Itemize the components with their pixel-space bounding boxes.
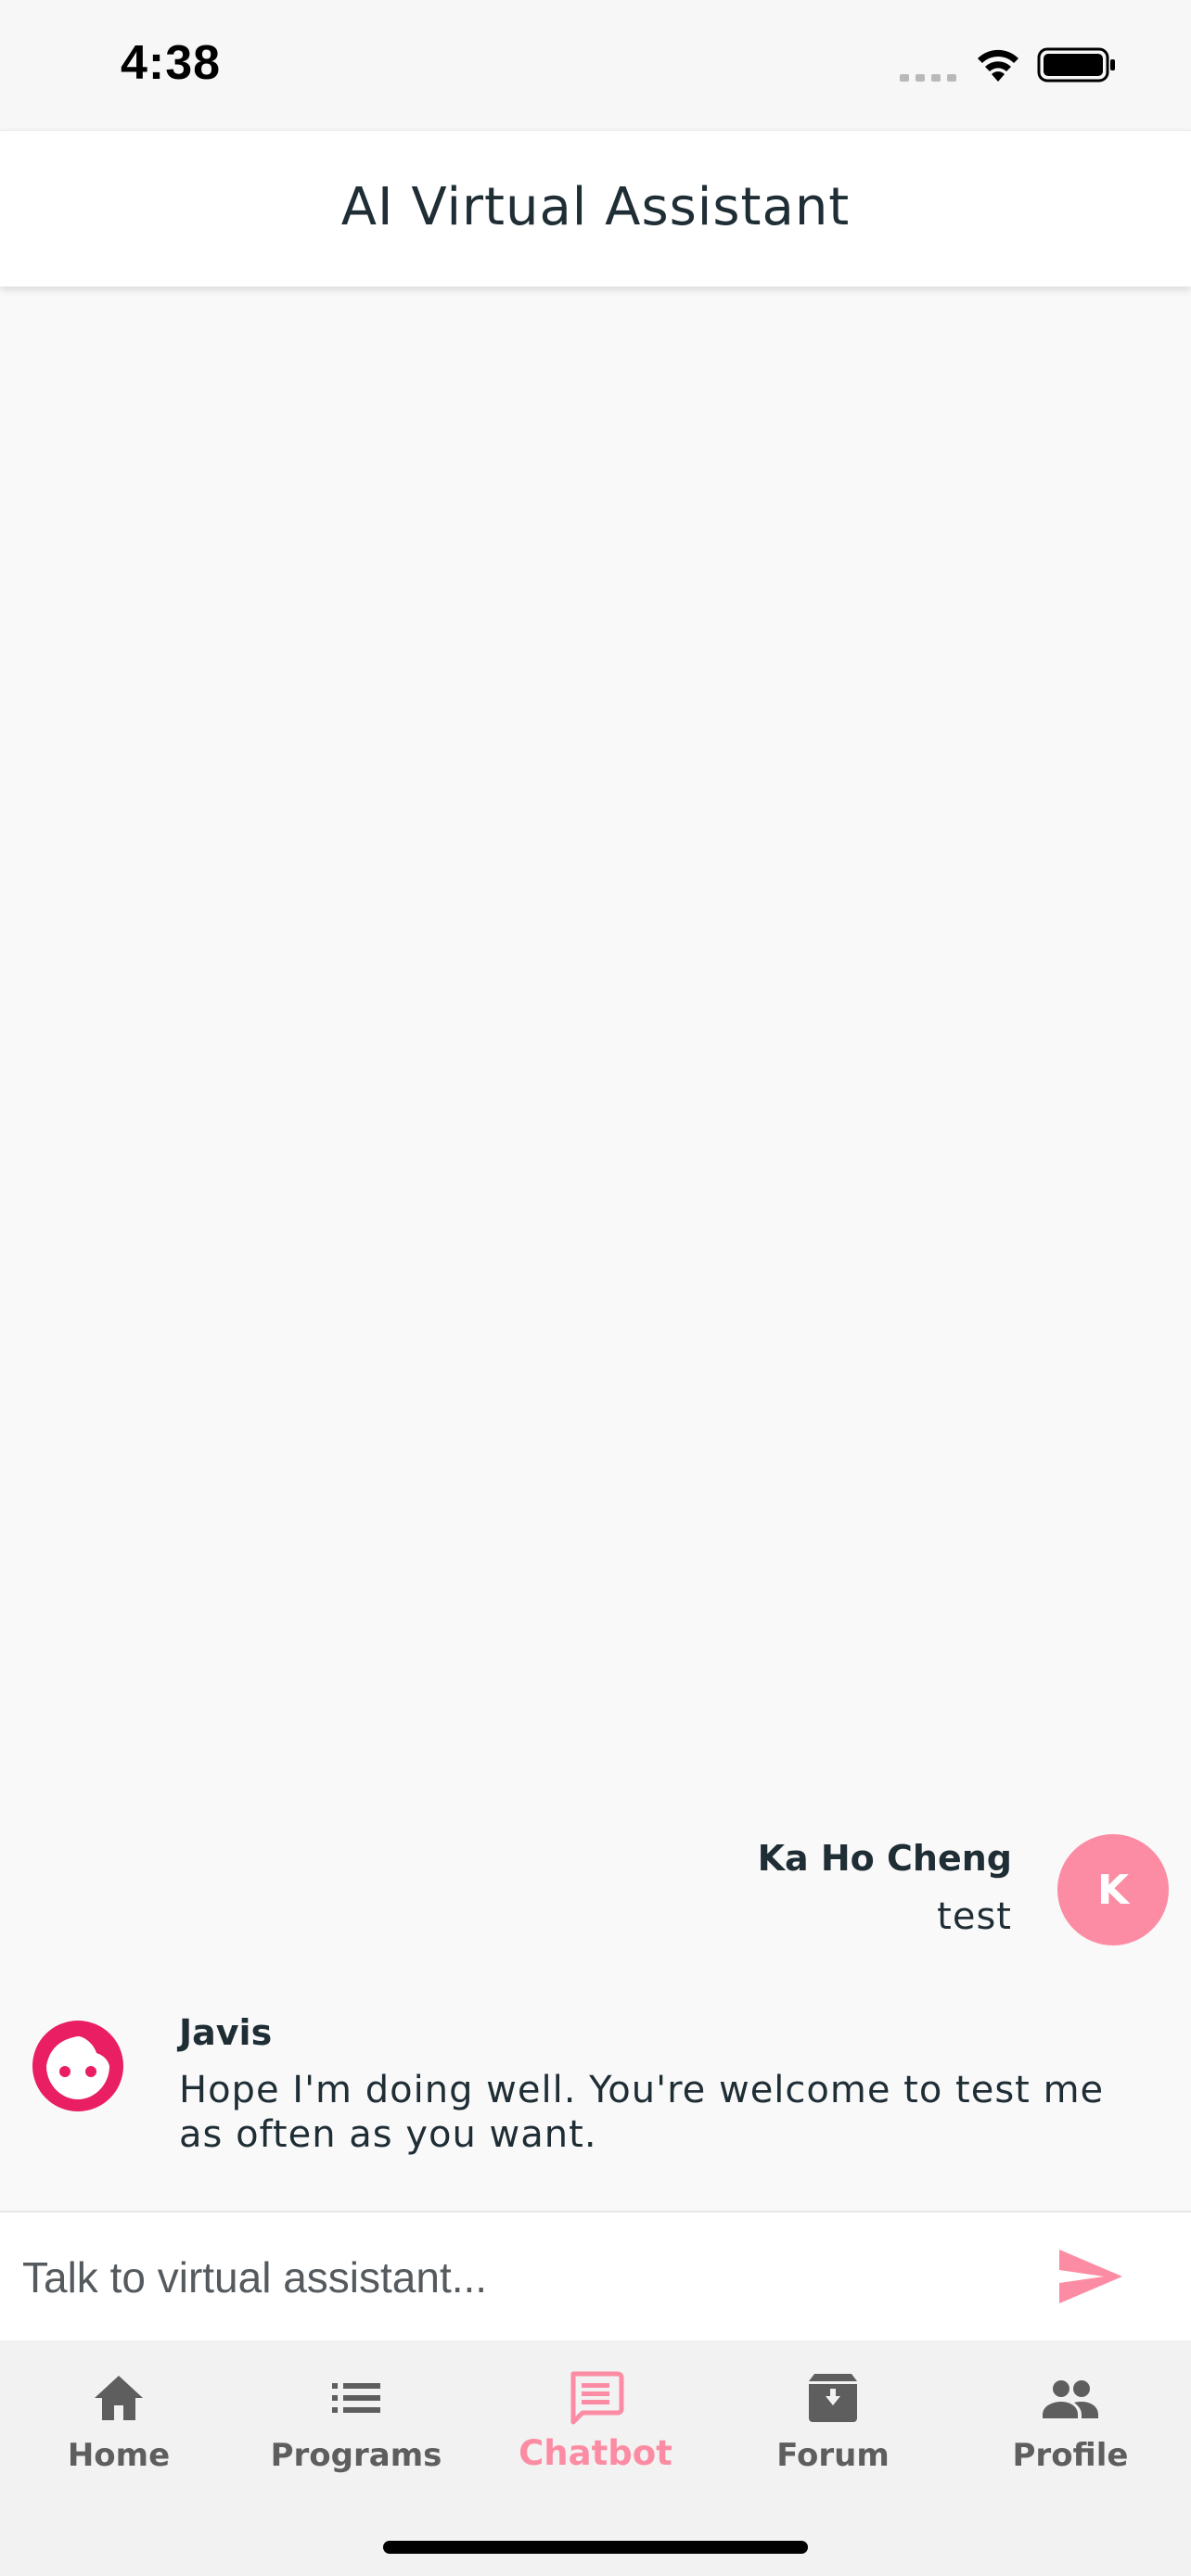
cellular-signal-icon xyxy=(900,74,956,82)
tab-chatbot[interactable]: Chatbot xyxy=(477,2368,714,2507)
chat-input[interactable] xyxy=(22,2238,1024,2316)
chat-message-user: Ka Ho Cheng test K xyxy=(0,1834,1191,1983)
user-avatar: K xyxy=(1057,1834,1169,1945)
list-icon xyxy=(332,2383,380,2413)
chat-message-bot: Javis Hope I'm doing well. You're welcom… xyxy=(0,2010,1191,2196)
home-icon xyxy=(95,2376,143,2420)
message-sender-name: Javis xyxy=(179,2012,273,2053)
bottom-tab-bar: Home Programs Chatbot Forum Profile xyxy=(0,2340,1191,2576)
tab-label: Forum xyxy=(776,2437,890,2474)
message-text: Hope I'm doing well. You're welcome to t… xyxy=(179,2069,1105,2156)
app-header: AI Virtual Assistant xyxy=(0,130,1191,287)
page-title: AI Virtual Assistant xyxy=(340,177,851,237)
home-indicator xyxy=(383,2541,808,2554)
tab-label: Chatbot xyxy=(519,2433,672,2473)
chat-input-bar xyxy=(0,2211,1191,2342)
archive-icon xyxy=(809,2374,857,2422)
tab-label: Profile xyxy=(1012,2437,1129,2474)
tab-label: Home xyxy=(67,2437,171,2474)
message-sender-name: Ka Ho Cheng xyxy=(757,1838,1012,1879)
send-icon[interactable] xyxy=(1056,2246,1126,2307)
tab-forum[interactable]: Forum xyxy=(714,2368,952,2507)
tab-programs[interactable]: Programs xyxy=(237,2368,475,2507)
tab-home[interactable]: Home xyxy=(0,2368,237,2507)
tab-profile[interactable]: Profile xyxy=(952,2368,1189,2507)
chat-icon xyxy=(570,2371,624,2425)
message-text: test xyxy=(937,1895,1012,1938)
bot-face-icon xyxy=(32,2021,123,2111)
chat-message-list[interactable]: Ka Ho Cheng test K Javis Hope I'm doing … xyxy=(0,286,1191,2211)
people-icon xyxy=(1043,2380,1098,2418)
tab-label: Programs xyxy=(270,2437,442,2474)
status-time: 4:38 xyxy=(121,36,222,90)
status-bar: 4:38 xyxy=(0,0,1191,130)
battery-icon xyxy=(1037,47,1115,83)
wifi-icon xyxy=(978,49,1018,82)
